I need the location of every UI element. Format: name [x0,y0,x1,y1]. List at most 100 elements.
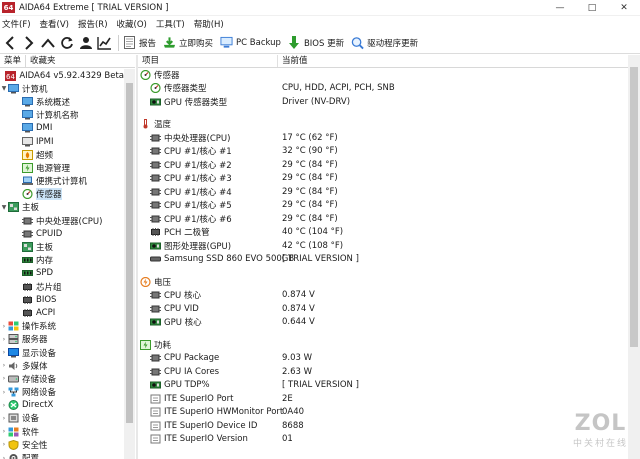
table-row[interactable]: CPU #1/核心 #2 29 °C (84 °F) [138,158,628,172]
tree-item[interactable]: › 软件 [0,425,124,438]
tree-item[interactable]: ACPI [0,306,124,319]
table-row[interactable]: 中央处理器(CPU) 17 °C (62 °F) [138,131,628,145]
expand-arrow-icon[interactable]: › [0,375,8,382]
tree-item[interactable]: 超频 [0,148,124,161]
expand-arrow-icon[interactable]: › [0,415,8,422]
tree-scrollbar-thumb[interactable] [126,83,133,423]
table-row[interactable]: CPU IA Cores 2.63 W [138,365,628,379]
forward-button[interactable] [19,33,38,53]
tree-item[interactable]: 便携式计算机 [0,175,124,188]
tree-item[interactable]: CPUID [0,227,124,240]
menu-favorites[interactable]: 收藏(O) [117,18,147,30]
up-button[interactable] [38,33,57,53]
tree-item[interactable]: SPD [0,267,124,280]
column-value-header[interactable]: 当前值 [278,55,308,67]
table-row[interactable]: CPU 核心 0.874 V [138,289,628,303]
expand-arrow-icon[interactable]: › [0,336,8,343]
maximize-icon[interactable]: □ [576,0,608,16]
tree-item[interactable]: DMI [0,122,124,135]
tree-item[interactable]: › 多媒体 [0,359,124,372]
tree-item[interactable]: 系统概述 [0,95,124,108]
table-row[interactable]: CPU #1/核心 #1 32 °C (90 °F) [138,145,628,159]
section-header-row[interactable]: 电压 [138,275,628,289]
tree-item[interactable]: › DirectX [0,399,124,412]
collapse-arrow-icon[interactable]: ▼ [0,204,8,211]
close-icon[interactable]: ✕ [608,0,640,16]
table-row[interactable]: GPU TDP% [ TRIAL VERSION ] [138,379,628,393]
table-row[interactable]: ITE SuperIO HWMonitor Port 0A40 [138,406,628,420]
table-row[interactable]: CPU Package 9.03 W [138,352,628,366]
tree-item[interactable]: › 设备 [0,412,124,425]
user-button[interactable] [76,33,95,53]
title-bar: 64 AIDA64 Extreme [ TRIAL VERSION ] — □ … [0,0,640,16]
column-item-header[interactable]: 项目 [138,55,278,67]
expand-arrow-icon[interactable]: › [0,428,8,435]
section-header-row[interactable]: 功耗 [138,338,628,352]
tree-item[interactable]: › 存储设备 [0,372,124,385]
tree-item[interactable]: 内存 [0,254,124,267]
tree-item[interactable]: › 网络设备 [0,386,124,399]
list-scrollbar-thumb[interactable] [630,67,638,347]
tree-item[interactable]: 64 AIDA64 v5.92.4329 Beta [0,69,124,82]
table-row[interactable]: CPU #1/核心 #5 29 °C (84 °F) [138,199,628,213]
table-row[interactable]: Samsung SSD 860 EVO 500GB[ TRIAL VERSION… [138,253,628,267]
menu-help[interactable]: 帮助(H) [194,18,224,30]
buy-now-button[interactable]: 立即购买 [163,36,213,49]
list-scrollbar[interactable] [628,55,640,459]
menu-file[interactable]: 文件(F) [2,18,31,30]
tree-item[interactable]: › 配置 [0,451,124,459]
table-row[interactable]: ITE SuperIO Version 01 [138,433,628,447]
tree-item[interactable]: 传感器 [0,188,124,201]
tree-item[interactable]: 中央处理器(CPU) [0,214,124,227]
expand-arrow-icon[interactable]: › [0,349,8,356]
table-row[interactable]: 图形处理器(GPU) 42 °C (108 °F) [138,239,628,253]
table-row[interactable]: CPU VID 0.874 V [138,302,628,316]
table-row[interactable]: 传感器类型 CPU, HDD, ACPI, PCH, SNB [138,82,628,96]
pc-backup-button[interactable]: PC Backup [220,36,281,49]
section-header-row[interactable]: 温度 [138,118,628,132]
row-value: 29 °C (84 °F) [282,173,338,184]
tree-item[interactable]: IPMI [0,135,124,148]
expand-arrow-icon[interactable]: › [0,441,8,448]
tree-item[interactable]: ▼ 计算机 [0,82,124,95]
table-row[interactable]: CPU #1/核心 #3 29 °C (84 °F) [138,172,628,186]
tab-menu[interactable]: 菜单 [0,55,27,67]
tree-item[interactable]: ▼ 主板 [0,201,124,214]
back-button[interactable] [0,33,19,53]
expand-arrow-icon[interactable]: › [0,362,8,369]
tab-favorites[interactable]: 收藏夹 [26,55,60,67]
tree-item[interactable]: › 显示设备 [0,346,124,359]
tree-item[interactable]: 计算机名称 [0,109,124,122]
tree-scrollbar[interactable] [124,69,135,459]
menu-tools[interactable]: 工具(T) [156,18,185,30]
expand-arrow-icon[interactable]: › [0,455,8,459]
report-button[interactable]: 报告 [123,36,156,49]
tree-item[interactable]: › 安全性 [0,438,124,451]
expand-arrow-icon[interactable]: › [0,402,8,409]
table-row[interactable]: CPU #1/核心 #4 29 °C (84 °F) [138,185,628,199]
table-row[interactable]: PCH 二极管 40 °C (104 °F) [138,226,628,240]
table-row[interactable]: GPU 传感器类型 Driver (NV-DRV) [138,95,628,109]
table-row[interactable]: ITE SuperIO Device ID 8688 [138,419,628,433]
driver-update-button[interactable]: 驱动程序更新 [351,36,418,49]
tree-item[interactable]: › 服务器 [0,333,124,346]
tree-item[interactable]: 电源管理 [0,161,124,174]
menu-view[interactable]: 查看(V) [40,18,69,30]
expand-arrow-icon[interactable]: › [0,389,8,396]
section-header-row[interactable]: 传感器 [138,68,628,82]
table-row[interactable]: GPU 核心 0.644 V [138,316,628,330]
menu-report[interactable]: 报告(R) [78,18,108,30]
tree-item[interactable]: 芯片组 [0,280,124,293]
expand-arrow-icon[interactable]: › [0,323,8,330]
table-row[interactable]: ITE SuperIO Port 2E [138,392,628,406]
bios-update-button[interactable]: BIOS 更新 [288,35,344,49]
tree-item[interactable]: › 操作系统 [0,320,124,333]
collapse-arrow-icon[interactable]: ▼ [0,85,8,92]
chart-button[interactable] [95,33,114,53]
tree-item[interactable]: BIOS [0,293,124,306]
refresh-button[interactable] [57,33,76,53]
minimize-icon[interactable]: — [544,0,576,16]
table-row[interactable]: CPU #1/核心 #6 29 °C (84 °F) [138,212,628,226]
tree-item[interactable]: 主板 [0,240,124,253]
section-title: 温度 [154,120,172,131]
